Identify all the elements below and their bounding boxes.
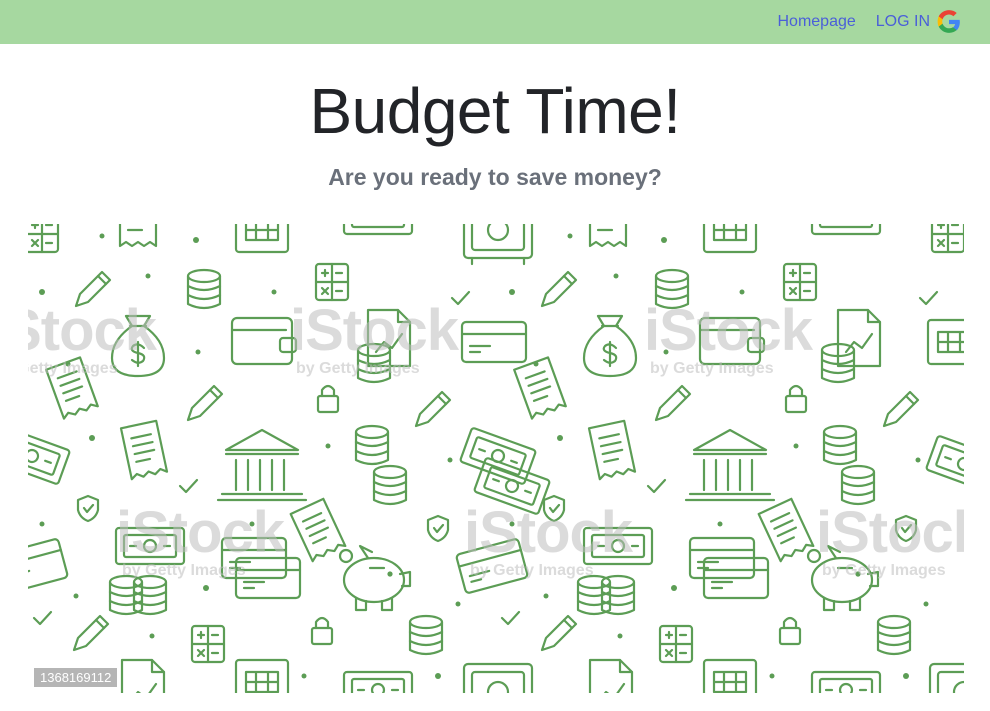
google-g-icon (936, 9, 962, 35)
money-pattern (28, 224, 964, 693)
homepage-link[interactable]: Homepage (777, 13, 855, 31)
stock-image-id: 1368169112 (34, 668, 118, 687)
top-navbar: Homepage LOG IN (0, 0, 990, 44)
login-button[interactable]: LOG IN (876, 9, 962, 35)
page-subtitle: Are you ready to save money? (328, 164, 662, 190)
hero-image: iStock by Getty Images iStock by Getty I… (28, 224, 964, 693)
nav-links: Homepage LOG IN (777, 8, 962, 36)
login-label: LOG IN (875, 13, 930, 30)
page-title: Budget Time! (309, 75, 681, 147)
